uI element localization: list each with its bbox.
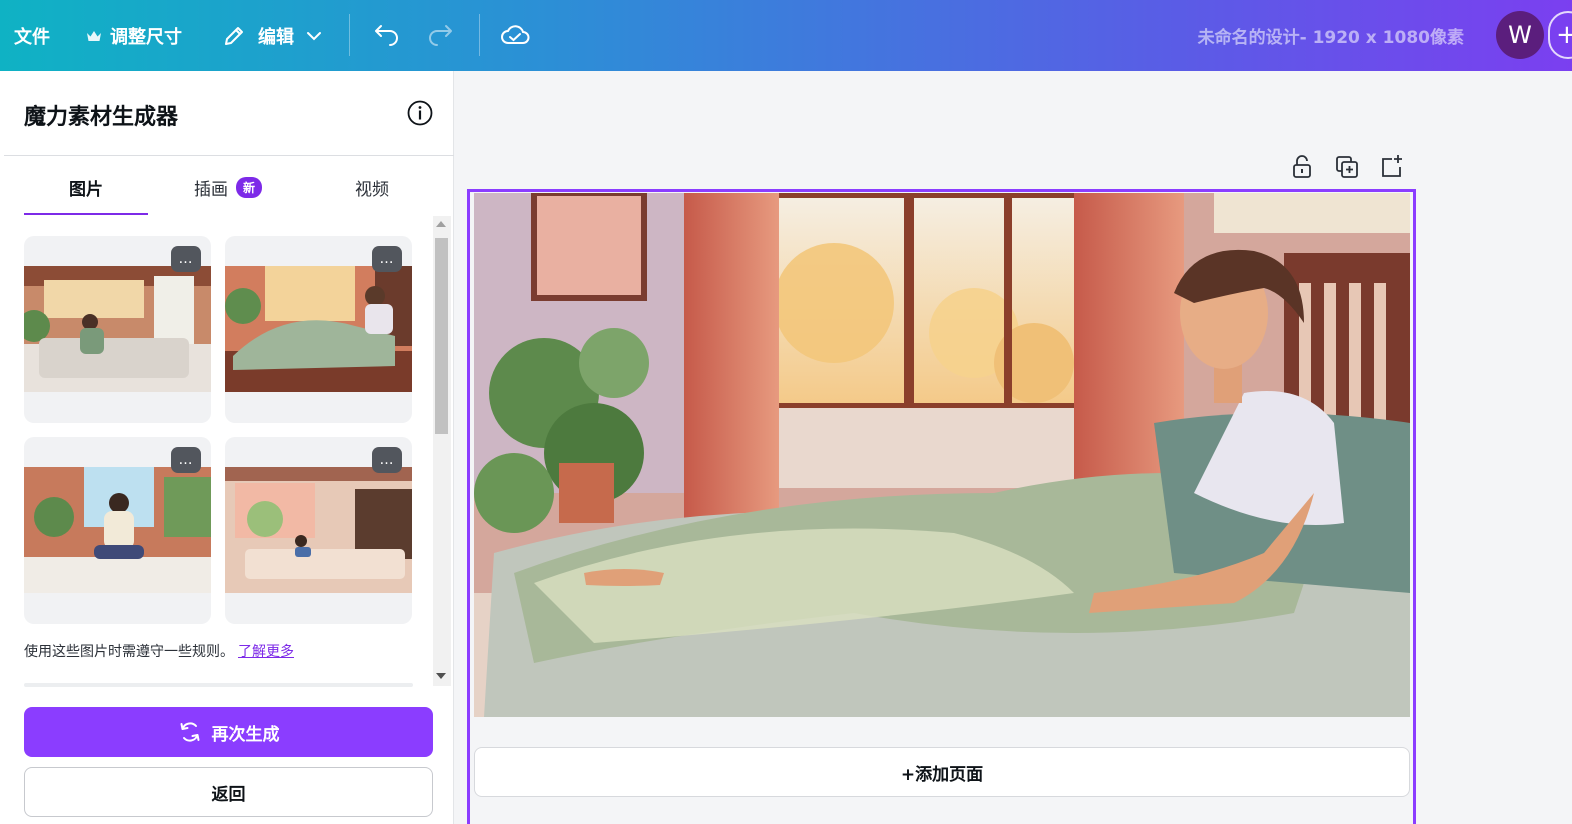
back-button[interactable]: 返回 xyxy=(24,767,433,817)
cloud-check-icon xyxy=(501,25,530,44)
edit-menu-button[interactable]: 编辑 xyxy=(222,0,322,71)
canvas-image[interactable] xyxy=(474,193,1410,717)
add-page-button[interactable]: +添加页面 xyxy=(474,747,1410,797)
file-menu-button[interactable]: 文件 xyxy=(14,0,50,71)
undo-icon xyxy=(375,25,398,46)
new-badge: 新 xyxy=(235,177,262,198)
more-icon: … xyxy=(379,452,395,468)
crown-icon xyxy=(87,30,101,41)
magic-media-panel: 魔力素材生成器 图片 插画 新 视频 … … … … 使用这些图片时需遵守一些规… xyxy=(0,71,454,824)
generated-image-thumbnail xyxy=(225,266,412,392)
more-options-button[interactable]: … xyxy=(372,246,402,272)
top-toolbar: 文件 调整尺寸 编辑 未命名的设计- 1920 x 1080像素 W + xyxy=(0,0,1572,71)
more-options-button[interactable]: … xyxy=(171,246,201,272)
toolbar-divider xyxy=(479,14,480,56)
more-icon: … xyxy=(178,251,194,267)
usage-rules-note: 使用这些图片时需遵守一些规则。 了解更多 xyxy=(24,641,294,661)
result-card[interactable]: … xyxy=(24,236,211,423)
redo-icon xyxy=(429,25,452,46)
learn-more-link[interactable]: 了解更多 xyxy=(238,644,294,660)
scrollbar-thumb[interactable] xyxy=(435,238,448,434)
pencil-icon xyxy=(225,26,243,45)
resize-label: 调整尺寸 xyxy=(110,26,182,48)
result-card[interactable]: … xyxy=(225,437,412,624)
regenerate-button[interactable]: 再次生成 xyxy=(24,707,433,757)
lock-icon[interactable] xyxy=(1288,153,1316,181)
undo-button[interactable] xyxy=(367,17,403,53)
tab-active-indicator xyxy=(24,213,148,215)
file-menu-label: 文件 xyxy=(14,26,50,48)
edit-label: 编辑 xyxy=(258,26,294,48)
generated-image-thumbnail xyxy=(225,467,412,593)
avatar[interactable]: W xyxy=(1496,11,1544,59)
more-icon: … xyxy=(379,251,395,267)
panel-title: 魔力素材生成器 xyxy=(24,105,179,130)
duplicate-icon[interactable] xyxy=(1333,153,1361,181)
regenerate-label: 再次生成 xyxy=(211,724,280,745)
tab-images[interactable]: 图片 xyxy=(24,175,148,215)
add-page-icon[interactable] xyxy=(1378,153,1406,181)
panel-separator xyxy=(24,683,413,687)
redo-button[interactable] xyxy=(424,17,460,53)
usage-rules-text: 使用这些图片时需遵守一些规则。 xyxy=(24,644,234,660)
add-page-label: +添加页面 xyxy=(900,764,984,785)
more-icon: … xyxy=(178,452,194,468)
chevron-down-icon xyxy=(307,31,321,40)
result-card[interactable]: … xyxy=(24,437,211,624)
save-status-button[interactable] xyxy=(497,17,533,53)
tab-videos-label: 视频 xyxy=(355,180,389,200)
generated-image-thumbnail xyxy=(24,266,211,392)
tab-illustrations[interactable]: 插画 新 xyxy=(166,175,290,215)
tab-illustrations-label: 插画 xyxy=(193,180,228,200)
toolbar-divider xyxy=(349,14,350,56)
result-card[interactable]: … xyxy=(225,236,412,423)
invite-button[interactable]: + xyxy=(1548,11,1572,59)
avatar-letter: W xyxy=(1508,21,1532,49)
panel-divider xyxy=(4,155,454,156)
generated-image-thumbnail xyxy=(24,467,211,593)
resize-button[interactable]: 调整尺寸 xyxy=(86,0,182,71)
invite-plus-label: + xyxy=(1556,20,1572,50)
more-options-button[interactable]: … xyxy=(171,447,201,473)
back-label: 返回 xyxy=(211,784,246,805)
tab-images-label: 图片 xyxy=(69,180,103,200)
scroll-up-arrow[interactable] xyxy=(436,221,446,227)
refresh-icon xyxy=(180,722,199,742)
more-options-button[interactable]: … xyxy=(372,447,402,473)
tab-videos[interactable]: 视频 xyxy=(310,175,434,215)
info-icon[interactable] xyxy=(406,99,434,127)
document-title[interactable]: 未命名的设计- 1920 x 1080像素 xyxy=(1198,0,1464,71)
scroll-down-arrow[interactable] xyxy=(436,673,446,679)
